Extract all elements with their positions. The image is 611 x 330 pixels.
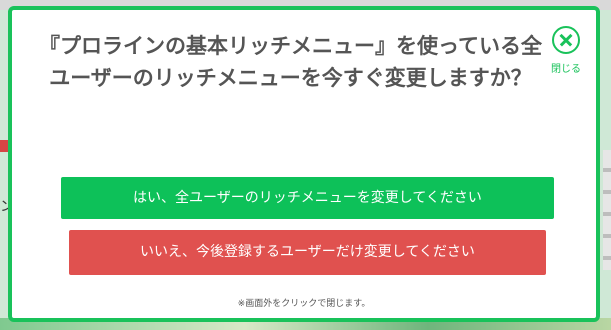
dialog-question: 『プロラインの基本リッチメニュー』を使っている全ユーザーのリッチメニューを今すぐ…	[39, 34, 542, 90]
change-all-users-button[interactable]: はい、全ユーザーのリッチメニューを変更してください	[61, 177, 554, 219]
background-red-mark	[0, 140, 8, 152]
confirm-dialog: 閉じる 『プロラインの基本リッチメニュー』を使っている全ユーザーのリッチメニュー…	[8, 6, 600, 322]
close-hint: ※画面外をクリックで閉じます。	[237, 299, 371, 309]
background-right-edge	[603, 150, 611, 270]
background-text-fragment: ン	[0, 199, 8, 215]
close-label[interactable]: 閉じる	[548, 60, 584, 75]
change-new-users-only-button[interactable]: いいえ、今後登録するユーザーだけ変更してください	[69, 230, 546, 275]
close-button[interactable]: 閉じる	[548, 26, 584, 75]
close-circle-icon[interactable]	[552, 26, 580, 54]
